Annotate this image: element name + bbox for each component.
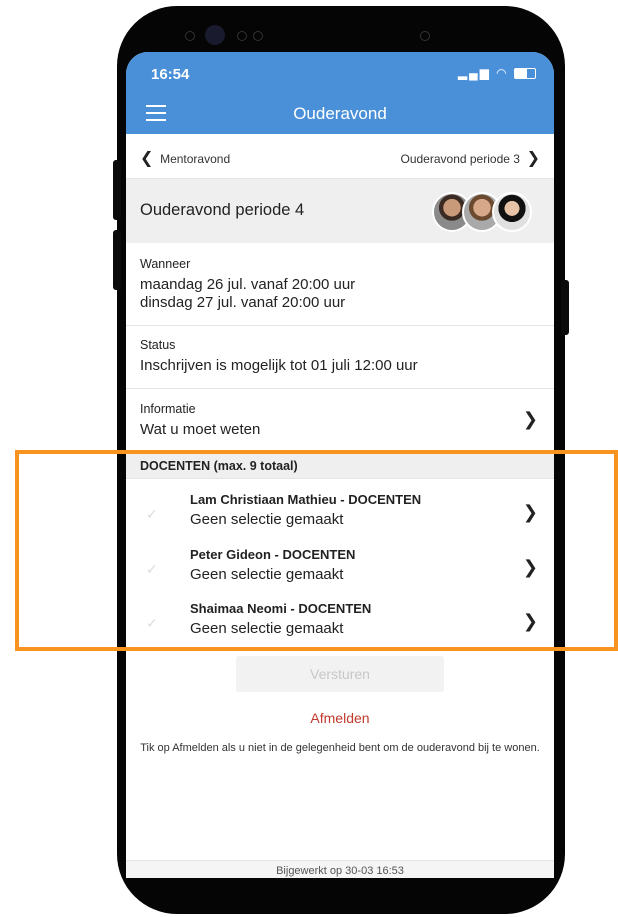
check-icon: ✓	[146, 561, 158, 577]
unsubscribe-link[interactable]: Afmelden	[126, 710, 554, 726]
information-label: Informatie	[140, 402, 196, 416]
page-title: Ouderavond	[293, 104, 387, 123]
prev-period-link[interactable]: ❮ Mentoravond	[140, 148, 230, 168]
submit-button[interactable]: Versturen	[236, 656, 444, 692]
sensor-icon	[253, 31, 263, 41]
docenten-header: DOCENTEN (max. 9 totaal)	[126, 454, 554, 479]
chevron-right-icon: ❯	[522, 557, 538, 577]
docent-selection: Geen selectie gemaakt	[190, 511, 344, 528]
wifi-icon: ◠	[496, 66, 509, 80]
docenten-header-label: DOCENTEN (max. 9 totaal)	[140, 459, 298, 473]
chevron-right-icon: ❯	[526, 150, 540, 167]
check-icon: ✓	[146, 615, 158, 631]
camera-icon	[205, 25, 225, 45]
battery-icon	[514, 68, 536, 80]
avatar-group	[432, 192, 532, 232]
docent-row[interactable]: ✓ Peter Gideon - DOCENTEN Geen selectie …	[126, 541, 554, 595]
docent-selection: Geen selectie gemaakt	[190, 566, 344, 583]
when-line: maandag 26 jul. vanaf 20:00 uur	[140, 276, 356, 293]
when-section: Wanneer maandag 26 jul. vanaf 20:00 uur …	[126, 244, 554, 326]
nav-bar: Ouderavond	[126, 94, 554, 134]
sensor-icon	[237, 31, 247, 41]
docent-row[interactable]: ✓ Shaimaa Neomi - DOCENTEN Geen selectie…	[126, 595, 554, 649]
prev-period-label: Mentoravond	[160, 152, 231, 166]
sensor-icon	[185, 31, 195, 41]
status-label: Status	[140, 338, 176, 352]
status-value: Inschrijven is mogelijk tot 01 juli 12:0…	[140, 357, 418, 374]
information-row[interactable]: Informatie Wat u moet weten ❯	[126, 389, 554, 454]
docent-name: Peter Gideon - DOCENTEN	[190, 547, 356, 562]
information-value: Wat u moet weten	[140, 421, 261, 438]
event-header: Ouderavond periode 4	[126, 179, 554, 243]
chevron-right-icon: ❯	[522, 502, 538, 522]
next-period-label: Ouderavond periode 3	[400, 152, 520, 166]
avatar	[492, 192, 532, 232]
when-label: Wanneer	[140, 257, 191, 271]
docent-name: Shaimaa Neomi - DOCENTEN	[190, 601, 372, 616]
period-navigation: ❮ Mentoravond Ouderavond periode 3 ❯	[126, 134, 554, 179]
sensor-icon	[420, 31, 430, 41]
status-bar: 16:54 ▂▄▆ ◠	[126, 52, 554, 94]
docent-selection: Geen selectie gemaakt	[190, 620, 344, 637]
footer: Bijgewerkt op 30-03 16:53	[126, 860, 554, 878]
app-screen: 16:54 ▂▄▆ ◠ Ouderavond ❮ Mentoravond Oud…	[126, 52, 554, 878]
next-period-link[interactable]: Ouderavond periode 3 ❯	[401, 148, 541, 168]
status-icons: ▂▄▆ ◠	[458, 66, 536, 80]
when-line: dinsdag 27 jul. vanaf 20:00 uur	[140, 294, 346, 311]
docent-name: Lam Christiaan Mathieu - DOCENTEN	[190, 492, 422, 507]
unsubscribe-note: Tik op Afmelden als u niet in de gelegen…	[140, 742, 540, 754]
chevron-left-icon: ❮	[140, 150, 154, 167]
status-time: 16:54	[151, 66, 190, 83]
updated-timestamp: Bijgewerkt op 30-03 16:53	[276, 865, 404, 877]
camera-bar	[175, 22, 475, 48]
signal-icon: ▂▄▆	[457, 66, 491, 80]
chevron-right-icon: ❯	[522, 611, 538, 631]
docent-row[interactable]: ✓ Lam Christiaan Mathieu - DOCENTEN Geen…	[126, 486, 554, 540]
phone-side-button	[561, 280, 569, 335]
phone-side-button	[113, 160, 121, 220]
event-title: Ouderavond periode 4	[140, 201, 305, 219]
check-icon: ✓	[146, 506, 158, 522]
chevron-right-icon: ❯	[522, 409, 538, 429]
status-section: Status Inschrijven is mogelijk tot 01 ju…	[126, 326, 554, 389]
phone-side-button	[113, 230, 121, 290]
